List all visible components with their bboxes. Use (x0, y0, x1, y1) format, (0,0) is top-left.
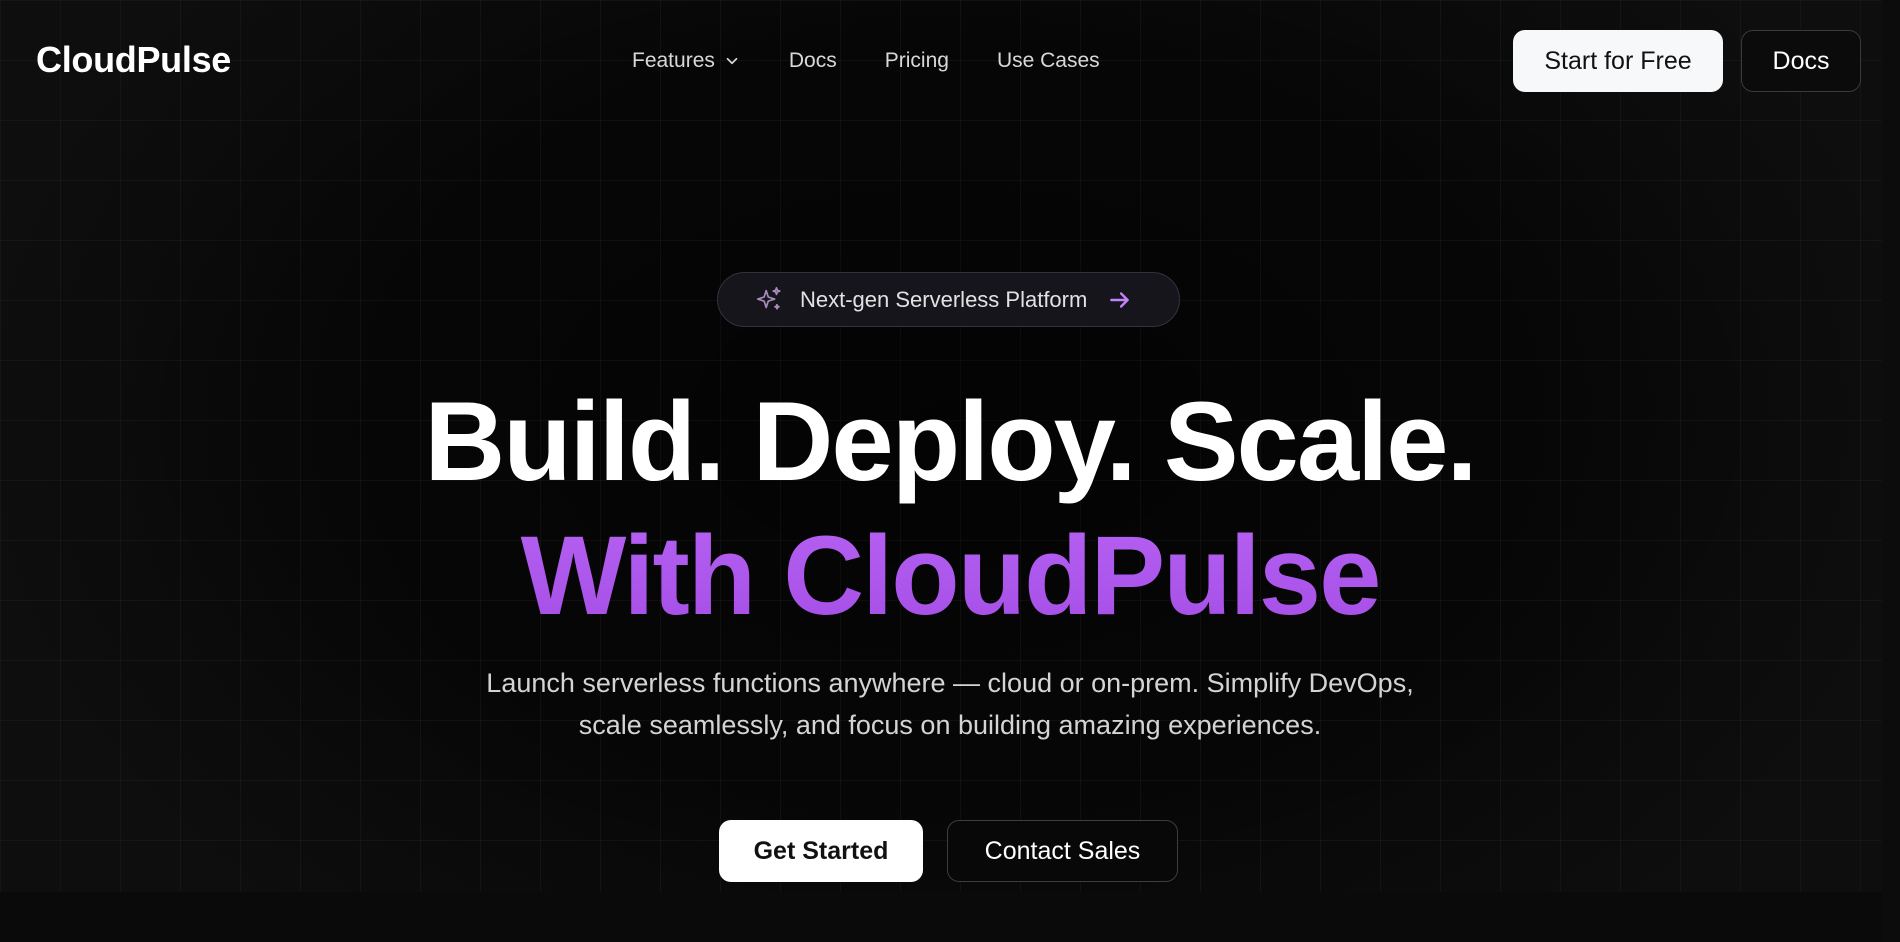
hero-title: Build. Deploy. Scale. (424, 379, 1477, 504)
nav-item-label: Pricing (884, 49, 949, 72)
hero-subtitle-line: Launch serverless functions anywhere — c… (486, 668, 1414, 698)
contact-sales-button[interactable]: Contact Sales (947, 820, 1178, 882)
top-navigation: CloudPulse Features Docs Pricing Use Cas… (0, 0, 1900, 120)
arrow-right-icon (1110, 291, 1130, 308)
sparkle-icon (756, 286, 781, 310)
nav-item-pricing[interactable]: Pricing (885, 47, 949, 75)
badge-text: Next-gen Serverless Platform (800, 286, 1088, 312)
scrollbar-track[interactable] (1882, 0, 1900, 942)
get-started-button[interactable]: Get Started (719, 820, 923, 882)
nav-item-label: Use Cases (996, 49, 1100, 72)
nav-item-label: Docs (788, 49, 837, 72)
nav-item-docs[interactable]: Docs (789, 47, 837, 75)
brand-logo[interactable]: CloudPulse (36, 38, 231, 82)
chevron-down-icon (726, 57, 738, 65)
bottom-band (0, 892, 1900, 942)
announcement-badge[interactable]: Next-gen Serverless Platform (717, 272, 1180, 327)
nav-item-features[interactable]: Features (632, 47, 741, 75)
main-menu: Features Docs Pricing Use Cases (632, 46, 1100, 76)
page-background: CloudPulse Features Docs Pricing Use Cas… (0, 0, 1900, 942)
docs-button[interactable]: Docs (1741, 30, 1861, 92)
hero-subtitle: Launch serverless functions anywhere — c… (350, 662, 1550, 746)
nav-item-use-cases[interactable]: Use Cases (997, 47, 1100, 75)
nav-item-label: Features (632, 49, 715, 72)
hero-title-accent: With CloudPulse (0, 516, 1900, 636)
start-for-free-button[interactable]: Start for Free (1513, 30, 1723, 92)
hero-subtitle-line: scale seamlessly, and focus on building … (578, 710, 1322, 740)
